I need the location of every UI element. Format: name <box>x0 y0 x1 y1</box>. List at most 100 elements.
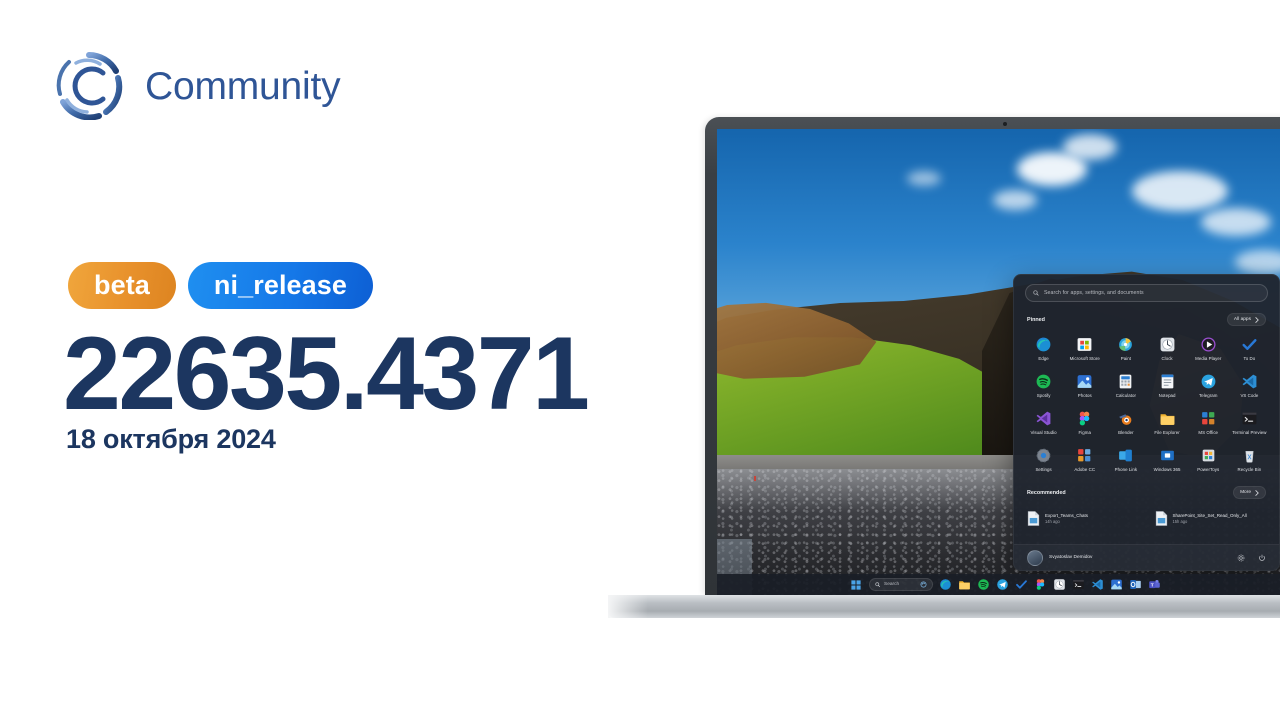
pinned-app-terminal-preview[interactable]: Terminal Preview <box>1229 407 1270 438</box>
pinned-app-photos[interactable]: Photos <box>1064 370 1105 401</box>
taskbar-clock-icon[interactable] <box>1053 578 1066 591</box>
pinned-app-paint[interactable]: Paint <box>1105 333 1146 364</box>
pinned-app-label: VS Code <box>1240 393 1259 399</box>
pinned-app-visual-studio[interactable]: Visual Studio <box>1023 407 1064 438</box>
start-menu-search-placeholder: Search for apps, settings, and documents <box>1044 290 1144 296</box>
figma-icon <box>1076 410 1093 427</box>
edge-icon <box>1035 336 1052 353</box>
pinned-app-label: Telegram <box>1199 393 1218 399</box>
pinned-app-calculator[interactable]: Calculator <box>1105 370 1146 401</box>
pinned-app-file-explorer[interactable]: File Explorer <box>1147 407 1188 438</box>
taskbar-file-explorer-icon[interactable] <box>958 578 971 591</box>
ms-office-icon <box>1200 410 1217 427</box>
start-menu[interactable]: Search for apps, settings, and documents… <box>1013 274 1280 571</box>
pinned-app-label: Figma <box>1078 430 1091 436</box>
copilot-icon[interactable] <box>920 581 927 588</box>
pinned-app-settings[interactable]: Settings <box>1023 444 1064 475</box>
taskbar-terminal-preview-icon[interactable] <box>1072 578 1085 591</box>
start-menu-search-input[interactable]: Search for apps, settings, and documents <box>1025 284 1268 302</box>
pinned-app-notepad[interactable]: Notepad <box>1147 370 1188 401</box>
document-icon <box>1027 511 1040 526</box>
pinned-app-clock[interactable]: Clock <box>1147 333 1188 364</box>
pinned-app-label: PowerToys <box>1197 467 1220 473</box>
pinned-app-label: Windows 365 <box>1153 467 1181 473</box>
taskbar-teams-icon[interactable]: T <box>1148 578 1161 591</box>
pinned-app-microsoft-store[interactable]: Microsoft Store <box>1064 333 1105 364</box>
taskbar-figma-icon[interactable] <box>1034 578 1047 591</box>
build-number: 22635.4371 <box>63 316 590 432</box>
document-icon <box>1155 511 1168 526</box>
calculator-icon <box>1117 373 1134 390</box>
taskbar-photos-icon[interactable] <box>1110 578 1123 591</box>
windows-start-icon[interactable] <box>850 578 863 591</box>
pinned-app-windows-365[interactable]: Windows 365 <box>1147 444 1188 475</box>
telegram-icon <box>1200 373 1217 390</box>
phone-link-icon <box>1117 447 1134 464</box>
settings-gear-icon <box>1035 447 1052 464</box>
pinned-app-label: Blender <box>1118 430 1134 436</box>
user-name: Svyatoslav Demidov <box>1049 555 1093 560</box>
vs-code-icon <box>1241 373 1258 390</box>
pinned-title: Pinned <box>1027 316 1045 323</box>
taskbar-outlook-icon[interactable] <box>1129 578 1142 591</box>
taskbar-app-icons: T <box>939 578 1161 591</box>
pinned-app-adobe-cc[interactable]: Adobe CC <box>1064 444 1105 475</box>
pinned-app-label: Recycle Bin <box>1237 467 1262 473</box>
photos-icon <box>1076 373 1093 390</box>
pinned-app-label: Clock <box>1161 356 1173 361</box>
taskbar-spotify-icon[interactable] <box>977 578 990 591</box>
pinned-app-media-player[interactable]: Media Player <box>1188 333 1229 364</box>
svg-text:T: T <box>1150 583 1153 589</box>
microsoft-store-icon <box>1076 336 1093 353</box>
paint-icon <box>1117 336 1134 353</box>
taskbar-to-do-icon[interactable] <box>1015 578 1028 591</box>
settings-gear-icon[interactable] <box>1237 554 1245 562</box>
pinned-app-label: Adobe CC <box>1074 467 1096 473</box>
more-button[interactable]: More <box>1233 486 1266 500</box>
pinned-section-header: Pinned All apps <box>1027 313 1266 326</box>
pinned-app-to-do[interactable]: To Do <box>1229 333 1270 364</box>
pinned-app-recycle-bin[interactable]: Recycle Bin <box>1229 444 1270 475</box>
taskbar-telegram-icon[interactable] <box>996 578 1009 591</box>
taskbar-vs-code-icon[interactable] <box>1091 578 1104 591</box>
terminal-preview-icon <box>1241 410 1258 427</box>
recommended-item[interactable]: Export_Teams_Chats 14h ago <box>1023 507 1143 530</box>
pinned-app-phone-link[interactable]: Phone Link <box>1105 444 1146 475</box>
more-label: More <box>1240 490 1251 496</box>
pinned-app-blender[interactable]: Blender <box>1105 407 1146 438</box>
pinned-app-telegram[interactable]: Telegram <box>1188 370 1229 401</box>
laptop-screen: Search for apps, settings, and documents… <box>717 129 1280 595</box>
pinned-app-label: Settings <box>1035 467 1052 473</box>
user-account-button[interactable]: Svyatoslav Demidov <box>1027 549 1093 566</box>
taskbar[interactable]: Search T <box>717 574 1280 595</box>
release-info-panel: Community beta ni_release 22635.4371 18 … <box>0 0 620 720</box>
pinned-app-label: Notepad <box>1158 393 1176 399</box>
avatar-icon <box>1027 549 1043 566</box>
channel-badge: beta <box>68 262 176 309</box>
pinned-app-ms-office[interactable]: MS Office <box>1188 407 1229 438</box>
taskbar-edge-icon[interactable] <box>939 578 952 591</box>
clock-icon <box>1159 336 1176 353</box>
pinned-app-figma[interactable]: Figma <box>1064 407 1105 438</box>
all-apps-button[interactable]: All apps <box>1226 313 1266 326</box>
recycle-bin-icon <box>1241 447 1258 464</box>
recommended-section-header: Recommended More <box>1027 486 1266 500</box>
pinned-app-vs-code[interactable]: VS Code <box>1229 370 1270 401</box>
laptop-device: Search for apps, settings, and documents… <box>608 117 1280 618</box>
release-badges: beta ni_release <box>68 262 374 309</box>
pinned-app-powertoys[interactable]: PowerToys <box>1188 444 1229 475</box>
search-icon <box>1033 290 1039 296</box>
release-date: 18 октября 2024 <box>66 424 276 454</box>
pinned-apps-grid: Edge Microsoft Store Paint Clock Media Playe… <box>1014 331 1279 475</box>
recommended-item[interactable]: SharePoint_Site_Set_Read_Only_All 15h ago <box>1151 507 1271 530</box>
brand-name: Community <box>145 64 341 108</box>
webcam-icon <box>1003 122 1007 126</box>
pinned-app-edge[interactable]: Edge <box>1023 333 1064 364</box>
pinned-app-label: Photos <box>1077 393 1092 399</box>
pinned-app-label: Terminal Preview <box>1232 430 1267 436</box>
taskbar-search-box[interactable]: Search <box>868 578 933 591</box>
pinned-app-spotify[interactable]: Spotify <box>1023 370 1064 401</box>
power-icon[interactable] <box>1258 554 1266 562</box>
pinned-app-label: Microsoft Store <box>1069 356 1100 361</box>
pinned-app-label: To Do <box>1243 356 1256 361</box>
